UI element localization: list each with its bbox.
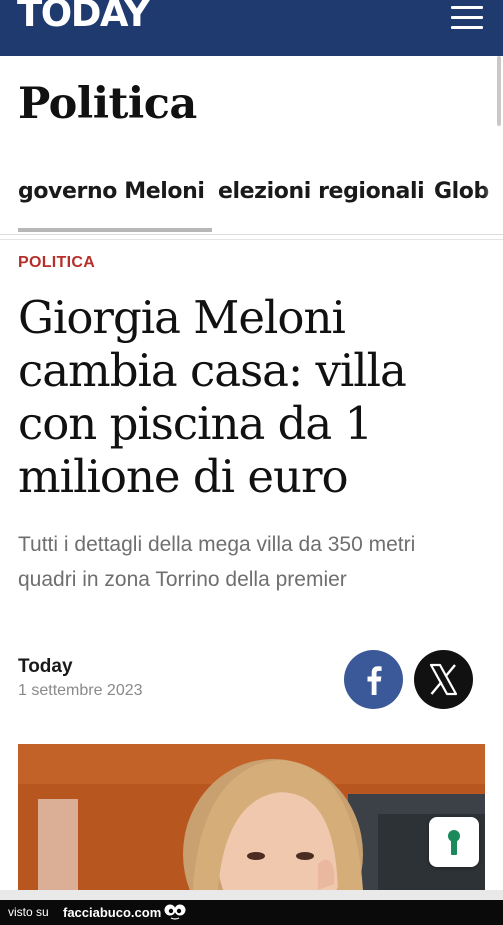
active-tab-indicator (18, 228, 212, 232)
tabs-fade (483, 175, 503, 227)
privacy-settings-button[interactable] (429, 817, 479, 867)
watermark-site: facciabuco.com (63, 905, 162, 920)
tabs-divider (0, 234, 503, 235)
section-title: Politica (18, 79, 197, 129)
article-hero-image[interactable] (18, 744, 485, 890)
tab-elezioni-regionali[interactable]: elezioni regionali (218, 179, 425, 204)
x-share-button[interactable] (414, 650, 473, 709)
tabs-divider-secondary (0, 239, 503, 240)
watermark-prefix: visto su (8, 905, 49, 919)
article-author[interactable]: Today (18, 656, 73, 678)
tab-governo-meloni[interactable]: governo Meloni (18, 179, 205, 204)
portrait-illustration (18, 744, 485, 890)
facebook-share-button[interactable] (344, 650, 403, 709)
eyes-logo-icon (164, 904, 186, 920)
article-category-link[interactable]: POLITICA (18, 254, 95, 272)
article-subtitle: Tutti i dettagli della mega villa da 350… (18, 533, 416, 591)
hamburger-menu-icon[interactable] (451, 6, 483, 29)
watermark-bar: visto su facciabuco.com (0, 900, 503, 925)
tab-glob[interactable]: Glob (434, 179, 489, 204)
page-scrollbar[interactable] (497, 56, 501, 126)
keyhole-shield-icon (448, 830, 460, 855)
x-logo-icon (429, 663, 458, 696)
facebook-icon (367, 666, 382, 695)
bottom-gray-strip (0, 890, 503, 900)
article-date: 1 settembre 2023 (18, 682, 143, 699)
top-header-bar: TODAY (0, 0, 503, 56)
article-headline: Giorgia Meloni cambia casa: villa con pi… (18, 291, 407, 503)
today-logo[interactable]: TODAY (17, 0, 150, 38)
topic-tabs: governo Meloni elezioni regionali Glob (0, 175, 503, 241)
